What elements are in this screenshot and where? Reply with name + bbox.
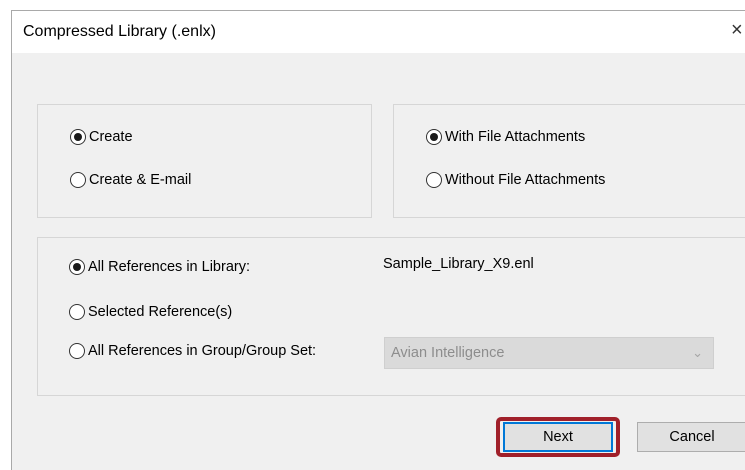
radio-selected-icon	[69, 259, 85, 275]
compressed-library-dialog: Compressed Library (.enlx) × Create Crea…	[11, 10, 745, 470]
all-references-label: All References in Library:	[88, 259, 250, 275]
radio-unselected-icon	[69, 343, 85, 359]
chevron-down-icon: ⌄	[692, 345, 703, 360]
dialog-title: Compressed Library (.enlx)	[23, 23, 216, 40]
cancel-button[interactable]: Cancel	[637, 422, 745, 452]
group-set-radio[interactable]: All References in Group/Group Set:	[69, 343, 316, 359]
radio-selected-icon	[70, 129, 86, 145]
dialog-body: Create Create & E-mail With File Attachm…	[12, 53, 745, 470]
radio-selected-icon	[426, 129, 442, 145]
all-references-radio[interactable]: All References in Library:	[69, 259, 250, 275]
create-label: Create	[89, 129, 133, 145]
selected-references-label: Selected Reference(s)	[88, 304, 233, 320]
with-attachments-radio[interactable]: With File Attachments	[426, 129, 585, 145]
group-set-label: All References in Group/Group Set:	[88, 343, 317, 359]
library-filename: Sample_Library_X9.enl	[383, 256, 534, 272]
group-set-selected-value: Avian Intelligence	[391, 345, 505, 361]
selected-references-radio[interactable]: Selected Reference(s)	[69, 304, 232, 320]
radio-unselected-icon	[70, 172, 86, 188]
radio-unselected-icon	[69, 304, 85, 320]
close-icon[interactable]: ×	[731, 19, 743, 42]
create-email-label: Create & E-mail	[89, 172, 192, 188]
without-attachments-label: Without File Attachments	[445, 172, 606, 188]
without-attachments-radio[interactable]: Without File Attachments	[426, 172, 605, 188]
create-radio[interactable]: Create	[70, 129, 133, 145]
attachments-group: With File Attachments Without File Attac…	[393, 104, 745, 218]
radio-unselected-icon	[426, 172, 442, 188]
next-button[interactable]: Next	[503, 422, 613, 452]
create-email-radio[interactable]: Create & E-mail	[70, 172, 191, 188]
group-set-dropdown[interactable]: Avian Intelligence ⌄	[384, 337, 714, 369]
title-bar: Compressed Library (.enlx) ×	[12, 11, 745, 53]
with-attachments-label: With File Attachments	[445, 129, 586, 145]
create-mode-group: Create Create & E-mail	[37, 104, 372, 218]
